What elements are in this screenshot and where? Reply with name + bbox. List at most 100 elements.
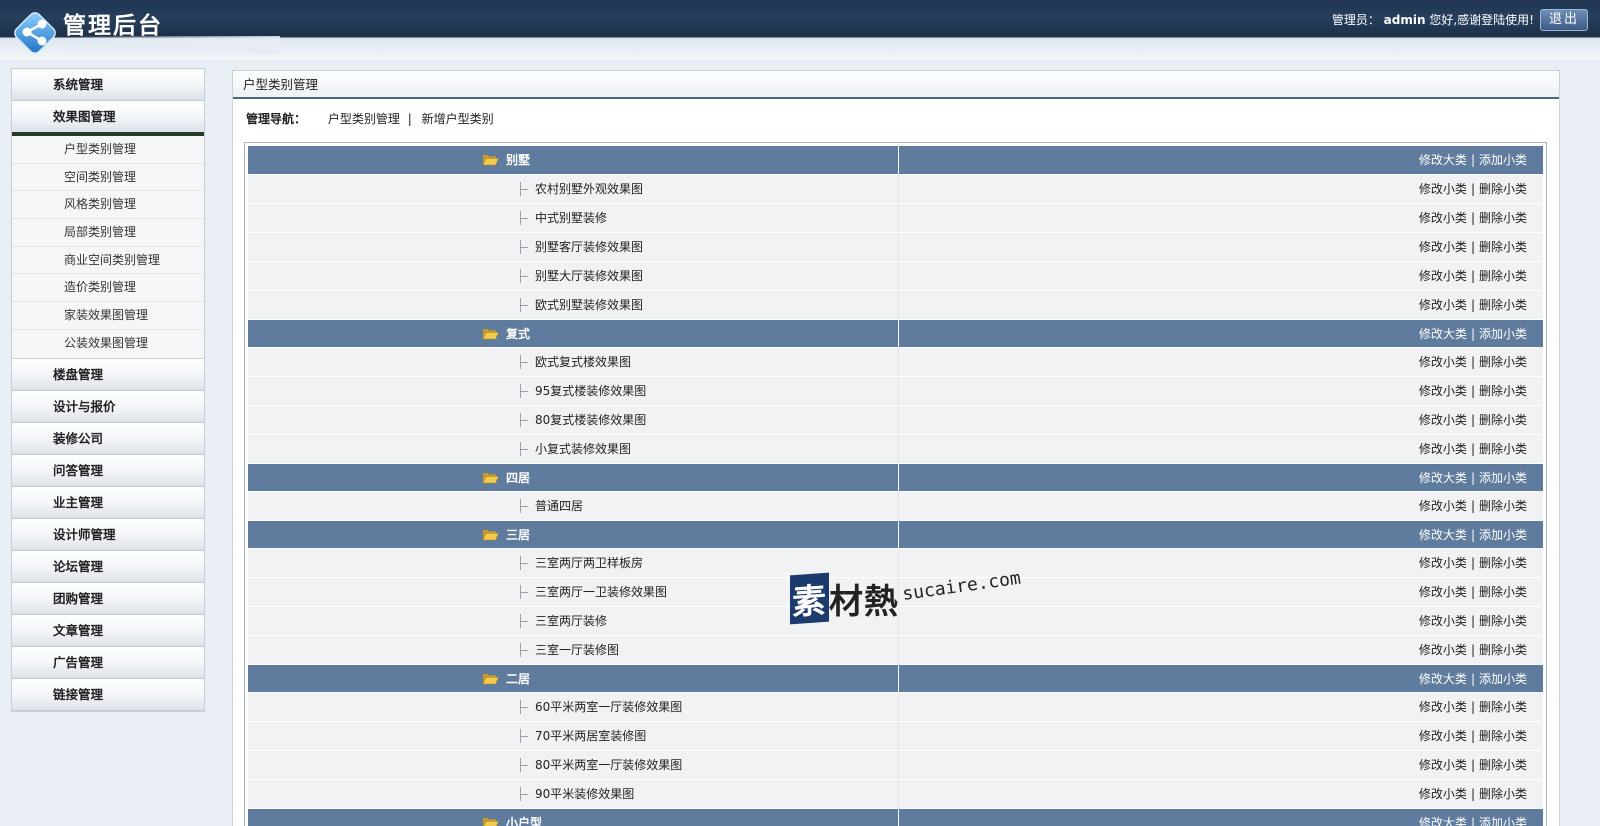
category-row: 二居 修改大类 | 添加小类 — [248, 664, 1543, 693]
sidebar-subitem-commercial[interactable]: 商业空间类别管理 — [12, 247, 204, 275]
subcategory-row: 三室两厅装修 修改小类 | 删除小类 — [248, 606, 1543, 636]
edit-subcategory-link[interactable]: 修改小类 — [1419, 442, 1467, 456]
subcategory-cell: 三室两厅两卫样板房 — [248, 548, 899, 578]
add-subcategory-link[interactable]: 添加小类 — [1479, 327, 1527, 341]
delete-subcategory-link[interactable]: 删除小类 — [1479, 556, 1527, 570]
add-subcategory-link[interactable]: 添加小类 — [1479, 672, 1527, 686]
edit-subcategory-link[interactable]: 修改小类 — [1419, 787, 1467, 801]
sidebar-subitem-partial[interactable]: 局部类别管理 — [12, 219, 204, 247]
delete-subcategory-link[interactable]: 删除小类 — [1479, 585, 1527, 599]
sidebar-item-owners[interactable]: 业主管理 — [12, 486, 204, 519]
nav-link-add-house-type[interactable]: 新增户型类别 — [422, 112, 494, 126]
edit-category-link[interactable]: 修改大类 — [1419, 471, 1467, 485]
delete-subcategory-link[interactable]: 删除小类 — [1479, 700, 1527, 714]
edit-subcategory-link[interactable]: 修改小类 — [1419, 556, 1467, 570]
sidebar-item-ads[interactable]: 广告管理 — [12, 646, 204, 679]
edit-subcategory-link[interactable]: 修改小类 — [1419, 211, 1467, 225]
edit-subcategory-link[interactable]: 修改小类 — [1419, 413, 1467, 427]
subcategory-name: 80复式楼装修效果图 — [535, 413, 647, 427]
edit-subcategory-link[interactable]: 修改小类 — [1419, 182, 1467, 196]
delete-subcategory-link[interactable]: 删除小类 — [1479, 614, 1527, 628]
sidebar-item-design-quote[interactable]: 设计与报价 — [12, 390, 204, 423]
category-cell: 复式 — [248, 319, 899, 348]
delete-subcategory-link[interactable]: 删除小类 — [1479, 240, 1527, 254]
tree-branch-icon — [520, 499, 528, 513]
category-row: 别墅 修改大类 | 添加小类 — [248, 146, 1543, 175]
delete-subcategory-link[interactable]: 删除小类 — [1479, 269, 1527, 283]
delete-subcategory-link[interactable]: 删除小类 — [1479, 413, 1527, 427]
subcategory-actions: 修改小类 | 删除小类 — [898, 692, 1543, 722]
edit-subcategory-link[interactable]: 修改小类 — [1419, 700, 1467, 714]
category-row: 三居 修改大类 | 添加小类 — [248, 520, 1543, 549]
delete-subcategory-link[interactable]: 删除小类 — [1479, 182, 1527, 196]
delete-subcategory-link[interactable]: 删除小类 — [1479, 211, 1527, 225]
sidebar-item-designers[interactable]: 设计师管理 — [12, 518, 204, 551]
sidebar-subitem-style[interactable]: 风格类别管理 — [12, 191, 204, 220]
edit-subcategory-link[interactable]: 修改小类 — [1419, 729, 1467, 743]
nav-label: 管理导航： — [246, 112, 307, 126]
add-subcategory-link[interactable]: 添加小类 — [1479, 528, 1527, 542]
add-subcategory-link[interactable]: 添加小类 — [1479, 153, 1527, 167]
edit-subcategory-link[interactable]: 修改小类 — [1419, 499, 1467, 513]
edit-subcategory-link[interactable]: 修改小类 — [1419, 240, 1467, 254]
sidebar-item-properties[interactable]: 楼盘管理 — [12, 358, 204, 391]
edit-subcategory-link[interactable]: 修改小类 — [1419, 643, 1467, 657]
edit-category-link[interactable]: 修改大类 — [1419, 327, 1467, 341]
delete-subcategory-link[interactable]: 删除小类 — [1479, 384, 1527, 398]
edit-subcategory-link[interactable]: 修改小类 — [1419, 355, 1467, 369]
action-separator: | — [1470, 269, 1475, 283]
subcategory-actions: 修改小类 | 删除小类 — [898, 174, 1543, 204]
action-separator: | — [1470, 556, 1475, 570]
subcategory-name: 小复式装修效果图 — [535, 442, 632, 456]
action-separator: | — [1470, 240, 1475, 254]
edit-subcategory-link[interactable]: 修改小类 — [1419, 758, 1467, 772]
sidebar-item-articles[interactable]: 文章管理 — [12, 614, 204, 647]
edit-category-link[interactable]: 修改大类 — [1419, 528, 1467, 542]
edit-subcategory-link[interactable]: 修改小类 — [1419, 298, 1467, 312]
subcategory-actions: 修改小类 | 删除小类 — [898, 232, 1543, 262]
nav-link-house-type[interactable]: 户型类别管理 — [328, 112, 400, 126]
sidebar-subitem-home-renderings[interactable]: 家装效果图管理 — [12, 302, 204, 330]
delete-subcategory-link[interactable]: 删除小类 — [1479, 442, 1527, 456]
edit-category-link[interactable]: 修改大类 — [1419, 153, 1467, 167]
add-subcategory-link[interactable]: 添加小类 — [1479, 816, 1527, 826]
delete-subcategory-link[interactable]: 删除小类 — [1479, 787, 1527, 801]
subcategory-name: 90平米装修效果图 — [535, 787, 635, 801]
subcategory-actions: 修改小类 | 删除小类 — [898, 347, 1543, 377]
sidebar-subitem-cost[interactable]: 造价类别管理 — [12, 274, 204, 303]
delete-subcategory-link[interactable]: 删除小类 — [1479, 355, 1527, 369]
sidebar-item-renderings[interactable]: 效果图管理 — [12, 101, 204, 136]
sidebar-item-qa[interactable]: 问答管理 — [12, 454, 204, 487]
edit-category-link[interactable]: 修改大类 — [1419, 816, 1467, 826]
subcategory-row: 欧式别墅装修效果图 修改小类 | 删除小类 — [248, 290, 1543, 320]
action-separator: | — [1470, 700, 1475, 714]
category-name: 小户型 — [506, 815, 543, 826]
sidebar-subitem-house-type[interactable]: 户型类别管理 — [12, 136, 204, 164]
sidebar-subitem-space[interactable]: 空间类别管理 — [12, 164, 204, 192]
subcategory-cell: 农村别墅外观效果图 — [248, 174, 899, 204]
sidebar-subitem-public-renderings[interactable]: 公装效果图管理 — [12, 330, 204, 358]
logout-button[interactable]: 退出 — [1540, 9, 1588, 31]
tree-branch-icon — [520, 298, 528, 312]
delete-subcategory-link[interactable]: 删除小类 — [1479, 643, 1527, 657]
delete-subcategory-link[interactable]: 删除小类 — [1479, 499, 1527, 513]
action-separator: | — [1470, 729, 1475, 743]
edit-subcategory-link[interactable]: 修改小类 — [1419, 614, 1467, 628]
sidebar-item-forum[interactable]: 论坛管理 — [12, 550, 204, 583]
sidebar-item-group-buy[interactable]: 团购管理 — [12, 582, 204, 615]
edit-subcategory-link[interactable]: 修改小类 — [1419, 269, 1467, 283]
app-title: 管理后台 — [63, 13, 163, 39]
edit-category-link[interactable]: 修改大类 — [1419, 672, 1467, 686]
sidebar-item-system[interactable]: 系统管理 — [12, 69, 204, 101]
delete-subcategory-link[interactable]: 删除小类 — [1479, 758, 1527, 772]
delete-subcategory-link[interactable]: 删除小类 — [1479, 729, 1527, 743]
edit-subcategory-link[interactable]: 修改小类 — [1419, 585, 1467, 599]
add-subcategory-link[interactable]: 添加小类 — [1479, 471, 1527, 485]
action-separator: | — [1470, 643, 1475, 657]
sidebar-item-links[interactable]: 链接管理 — [12, 678, 204, 711]
subcategory-cell: 欧式别墅装修效果图 — [248, 290, 899, 320]
edit-subcategory-link[interactable]: 修改小类 — [1419, 384, 1467, 398]
category-row: 四居 修改大类 | 添加小类 — [248, 463, 1543, 492]
delete-subcategory-link[interactable]: 删除小类 — [1479, 298, 1527, 312]
sidebar-item-companies[interactable]: 装修公司 — [12, 422, 204, 455]
